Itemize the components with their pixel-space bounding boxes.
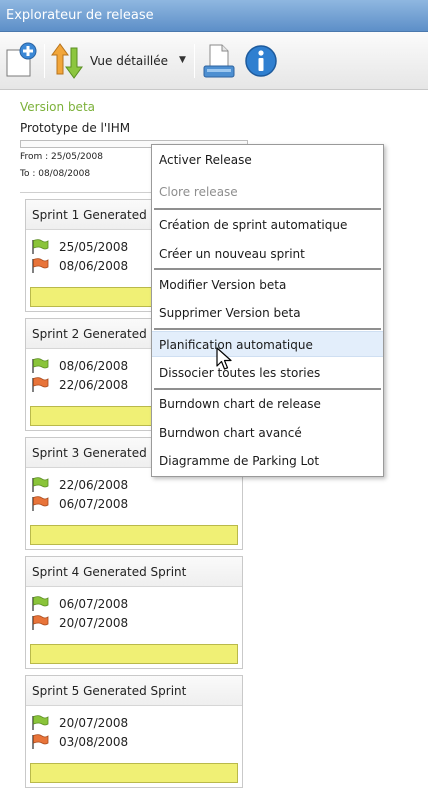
- new-document-button[interactable]: [4, 42, 38, 80]
- orange-flag-icon: [32, 258, 49, 273]
- sprint-start-date: 06/07/2008: [59, 597, 129, 611]
- menu-item-dissocier-stories[interactable]: Dissocier toutes les stories: [152, 360, 383, 386]
- print-button[interactable]: [202, 42, 236, 80]
- menu-item-parking-lot[interactable]: Diagramme de Parking Lot: [152, 448, 383, 474]
- sprint-end-date: 08/06/2008: [59, 259, 129, 273]
- menu-item-clore-release: Clore release: [159, 185, 238, 199]
- release-name[interactable]: Version beta: [20, 100, 95, 114]
- menu-item-creation-sprint-automatique[interactable]: Création de sprint automatique: [152, 212, 383, 238]
- green-flag-icon: [32, 358, 49, 373]
- menu-item-modifier-version[interactable]: Modifier Version beta: [152, 272, 383, 298]
- sprint-start-date: 08/06/2008: [59, 359, 129, 373]
- green-flag-icon: [32, 596, 49, 611]
- toolbar-separator: [44, 44, 45, 78]
- release-from-date: From : 25/05/2008: [20, 152, 103, 162]
- sprint-end-date: 20/07/2008: [59, 616, 129, 630]
- chevron-down-icon: ▼: [179, 55, 186, 65]
- sprint-start-date: 20/07/2008: [59, 716, 129, 730]
- new-document-plus-icon: [6, 42, 37, 77]
- toolbar: Vue détaillée ▼: [0, 32, 428, 90]
- menu-separator: [154, 328, 381, 330]
- sprint-card[interactable]: Sprint 5 Generated Sprint 20/07/2008 03/…: [25, 675, 243, 788]
- orange-flag-icon: [32, 496, 49, 511]
- sprint-start-date: 25/05/2008: [59, 240, 129, 254]
- sprint-title: Sprint 5 Generated Sprint: [26, 676, 242, 706]
- view-mode-dropdown[interactable]: Vue détaillée ▼: [50, 42, 190, 80]
- menu-item-burndown-avance[interactable]: Burndwon chart avancé: [152, 420, 383, 446]
- menu-separator: [154, 268, 381, 270]
- sprint-start-date: 22/06/2008: [59, 478, 129, 492]
- release-context-menu: Activer Release Clore release Création d…: [151, 144, 384, 477]
- menu-item-burndown-release[interactable]: Burndown chart de release: [152, 391, 383, 417]
- menu-item-supprimer-version[interactable]: Supprimer Version beta: [152, 300, 383, 326]
- sprint-progress-bar: [30, 525, 238, 545]
- green-flag-icon: [32, 239, 49, 254]
- sprint-end-date: 22/06/2008: [59, 378, 129, 392]
- info-icon: [245, 45, 277, 77]
- info-button[interactable]: [244, 42, 278, 80]
- mouse-cursor-icon: [216, 347, 232, 370]
- window-title-bar: Explorateur de release: [0, 0, 428, 32]
- up-down-arrows-icon: [51, 43, 83, 79]
- menu-item-planification-automatique[interactable]: Planification automatique: [152, 331, 383, 357]
- orange-flag-icon: [32, 377, 49, 392]
- menu-separator: [154, 208, 381, 210]
- printer-icon: [203, 44, 235, 78]
- green-flag-icon: [32, 715, 49, 730]
- menu-item-activer-release[interactable]: Activer Release: [152, 147, 383, 173]
- view-mode-label: Vue détaillée: [90, 54, 169, 68]
- sprint-progress-bar: [30, 763, 238, 783]
- sprint-title: Sprint 4 Generated Sprint: [26, 557, 242, 587]
- orange-flag-icon: [32, 615, 49, 630]
- release-to-date: To : 08/08/2008: [20, 169, 91, 179]
- sprint-card[interactable]: Sprint 4 Generated Sprint 06/07/2008 20/…: [25, 556, 243, 669]
- sprint-end-date: 03/08/2008: [59, 735, 129, 749]
- menu-separator: [154, 388, 381, 390]
- orange-flag-icon: [32, 734, 49, 749]
- sprint-progress-bar: [30, 644, 238, 664]
- release-description: Prototype de l'IHM: [20, 121, 131, 135]
- toolbar-separator: [194, 44, 195, 78]
- window-title: Explorateur de release: [6, 8, 154, 23]
- sprint-end-date: 06/07/2008: [59, 497, 129, 511]
- menu-item-creer-nouveau-sprint[interactable]: Créer un nouveau sprint: [152, 241, 383, 267]
- green-flag-icon: [32, 477, 49, 492]
